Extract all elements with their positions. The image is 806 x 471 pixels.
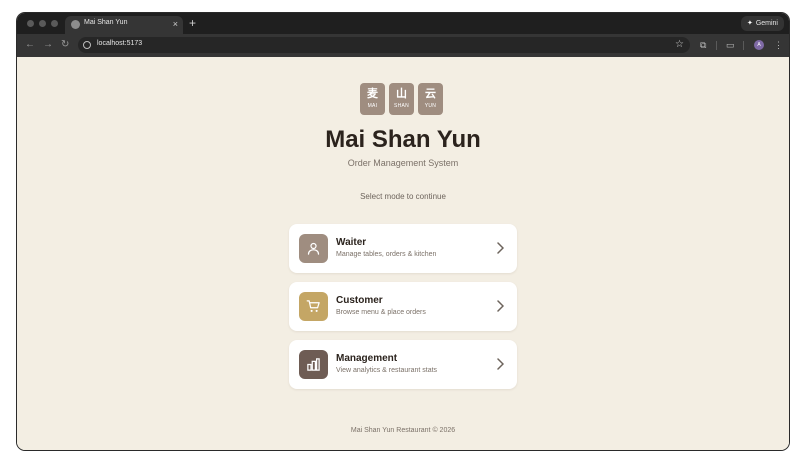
management-icon-box bbox=[299, 350, 328, 379]
url-text[interactable]: localhost:5173 bbox=[97, 40, 142, 47]
logo-tile-mai: 麦 MAI bbox=[360, 83, 385, 115]
logo-roman: SHAN bbox=[393, 103, 410, 109]
new-tab-button[interactable]: + bbox=[189, 16, 196, 30]
page-subtitle: Order Management System bbox=[347, 158, 459, 168]
address-bar[interactable]: localhost:5173 ☆ bbox=[78, 37, 690, 53]
logo-char: 云 bbox=[425, 88, 436, 100]
browser-window: Mai Shan Yun × + ✦ Gemini ← → ↻ localhost… bbox=[17, 13, 789, 450]
sparkle-icon: ✦ bbox=[746, 20, 753, 27]
toolbar-divider bbox=[743, 41, 744, 50]
browser-toolbar: ← → ↻ localhost:5173 ☆ ⧉ ▭ A ⋮ bbox=[17, 34, 789, 57]
back-icon[interactable]: ← bbox=[25, 38, 35, 52]
site-info-icon[interactable] bbox=[83, 41, 91, 49]
cart-icon bbox=[306, 300, 320, 312]
page-title: Mai Shan Yun bbox=[325, 126, 481, 153]
waiter-icon-box bbox=[299, 234, 328, 263]
customer-icon-box bbox=[299, 292, 328, 321]
mode-title: Customer bbox=[336, 295, 383, 306]
mode-card-waiter[interactable]: Waiter Manage tables, orders & kitchen bbox=[289, 224, 517, 273]
reload-icon[interactable]: ↻ bbox=[61, 38, 69, 52]
tab-close-button[interactable]: × bbox=[173, 18, 178, 30]
mode-card-customer[interactable]: Customer Browse menu & place orders bbox=[289, 282, 517, 331]
mode-description: Manage tables, orders & kitchen bbox=[336, 251, 437, 258]
mode-title: Waiter bbox=[336, 237, 367, 248]
browser-tab[interactable]: Mai Shan Yun × bbox=[65, 16, 183, 34]
person-icon bbox=[307, 242, 320, 255]
side-panel-icon[interactable]: ▭ bbox=[726, 39, 735, 51]
select-mode-prompt: Select mode to continue bbox=[360, 192, 446, 201]
menu-kebab-icon[interactable]: ⋮ bbox=[774, 39, 783, 51]
close-window-dot[interactable] bbox=[27, 20, 34, 27]
bar-chart-icon bbox=[307, 358, 320, 371]
gemini-button[interactable]: ✦ Gemini bbox=[740, 16, 784, 31]
chevron-right-icon bbox=[497, 358, 504, 370]
logo-tile-shan: 山 SHAN bbox=[389, 83, 414, 115]
mode-title: Management bbox=[336, 353, 398, 364]
mode-card-management[interactable]: Management View analytics & restaurant s… bbox=[289, 340, 517, 389]
mode-description: Browse menu & place orders bbox=[336, 309, 426, 316]
logo-roman: MAI bbox=[367, 103, 378, 109]
toolbar-divider bbox=[716, 41, 717, 50]
chevron-right-icon bbox=[497, 242, 504, 254]
mode-description: View analytics & restaurant stats bbox=[336, 367, 438, 374]
bookmark-star-icon[interactable]: ☆ bbox=[675, 38, 684, 52]
logo-char: 山 bbox=[396, 88, 407, 100]
extensions-icon[interactable]: ⧉ bbox=[700, 39, 706, 51]
chevron-right-icon bbox=[497, 300, 504, 312]
landing-page: 麦 MAI 山 SHAN 云 YUN Mai Shan Yun Order Ma… bbox=[17, 57, 789, 450]
globe-icon bbox=[71, 20, 80, 29]
maximize-window-dot[interactable] bbox=[51, 20, 58, 27]
gemini-label: Gemini bbox=[755, 20, 778, 27]
logo-tile-yun: 云 YUN bbox=[418, 83, 443, 115]
logo-roman: YUN bbox=[424, 103, 437, 109]
logo-char: 麦 bbox=[367, 88, 378, 100]
profile-avatar[interactable]: A bbox=[754, 40, 764, 50]
minimize-window-dot[interactable] bbox=[39, 20, 46, 27]
logo: 麦 MAI 山 SHAN 云 YUN bbox=[360, 83, 446, 116]
tab-strip: Mai Shan Yun × + ✦ Gemini bbox=[17, 13, 789, 34]
footer-copyright: Mai Shan Yun Restaurant © 2026 bbox=[350, 427, 456, 434]
tab-title: Mai Shan Yun bbox=[84, 19, 128, 26]
forward-icon[interactable]: → bbox=[43, 38, 53, 52]
